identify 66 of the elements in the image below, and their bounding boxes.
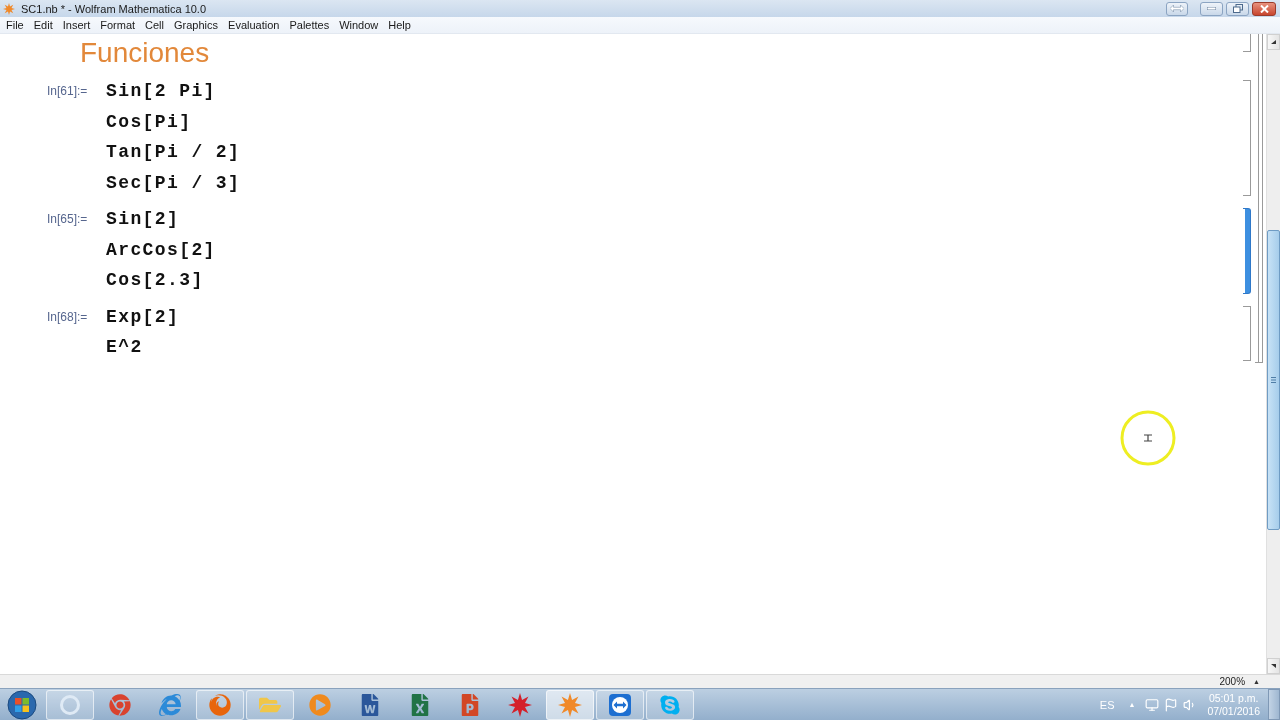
menu-item[interactable]: Format [100,19,136,31]
close-button[interactable] [1252,1,1276,16]
code-line: Cos[2.3] [106,269,205,292]
app-icon [3,2,15,15]
browser-icon [209,693,231,716]
minimize-icon [1207,7,1216,10]
menu-item[interactable]: Evaluation [228,19,280,31]
double-arrow-icon [1170,5,1184,12]
close-icon [1259,4,1269,13]
down-arrow-icon [1271,664,1276,668]
taskbar-button[interactable] [546,689,594,720]
browser-icon [109,693,131,716]
menu-item[interactable]: Palettes [289,19,330,31]
menu-item[interactable]: Insert [62,19,91,31]
ring-icon [59,693,81,716]
cell-bracket[interactable] [1243,208,1251,294]
show-desktop-button[interactable] [1268,689,1280,720]
code-line: Cos[Pi] [106,110,193,134]
cell-bracket[interactable] [1243,305,1251,361]
star-icon [508,692,532,717]
input-label: In[61]:= [47,83,89,100]
taskbar-button[interactable] [596,689,644,720]
menu-item[interactable]: Cell [145,19,164,31]
taskbar-button[interactable] [646,689,694,720]
arrows-icon [609,693,631,716]
cell-bracket[interactable] [1243,34,1251,52]
flag-icon[interactable] [1164,697,1179,712]
network-icon[interactable] [1145,697,1160,712]
input-label: In[65]:= [47,211,89,228]
menu-item[interactable]: File [6,19,24,31]
text-cursor-icon [1120,410,1176,466]
code-line: Sin[2] [106,208,181,231]
scroll-down-button[interactable] [1267,658,1280,674]
scroll-thumb[interactable] [1267,230,1280,530]
maximize-button[interactable] [1226,1,1249,16]
start-orb-icon [7,689,37,720]
chat-icon [659,693,681,716]
restore-icon [1232,4,1243,13]
menu-item[interactable]: Help [388,19,411,31]
presentation-icon [459,693,481,716]
double-arrow-button[interactable] [1166,1,1188,16]
document-icon [359,693,381,716]
code-line: Tan[Pi / 2] [106,141,241,164]
section-heading: Funciones [80,36,210,70]
code-line: E^2 [106,336,144,359]
code-line: ArcCos[2] [106,238,216,262]
browser-icon [159,693,181,716]
cell-bracket[interactable] [1243,80,1251,196]
scroll-up-button[interactable] [1267,34,1280,50]
taskbar-button[interactable] [196,689,244,720]
minimize-button[interactable] [1200,1,1223,16]
play-icon [309,693,331,716]
code-line: Sin[2 Pi] [106,80,217,103]
menu-item[interactable]: Window [339,19,379,31]
menu-item[interactable]: Graphics [174,19,219,31]
group-bracket[interactable] [1255,34,1259,363]
spreadsheet-icon [409,693,431,716]
menu-item[interactable]: Edit [33,19,53,31]
star-icon [558,692,582,717]
up-arrow-icon [1271,40,1276,44]
zoom-level: 200% [1219,676,1246,687]
code-line: Exp[2] [106,305,180,329]
grip-icon [1271,377,1276,383]
input-label: In[68]:= [47,308,89,326]
code-line: Sec[Pi / 3] [106,171,241,195]
window-title: SC1.nb * - Wolfram Mathematica 10.0 [21,2,207,15]
